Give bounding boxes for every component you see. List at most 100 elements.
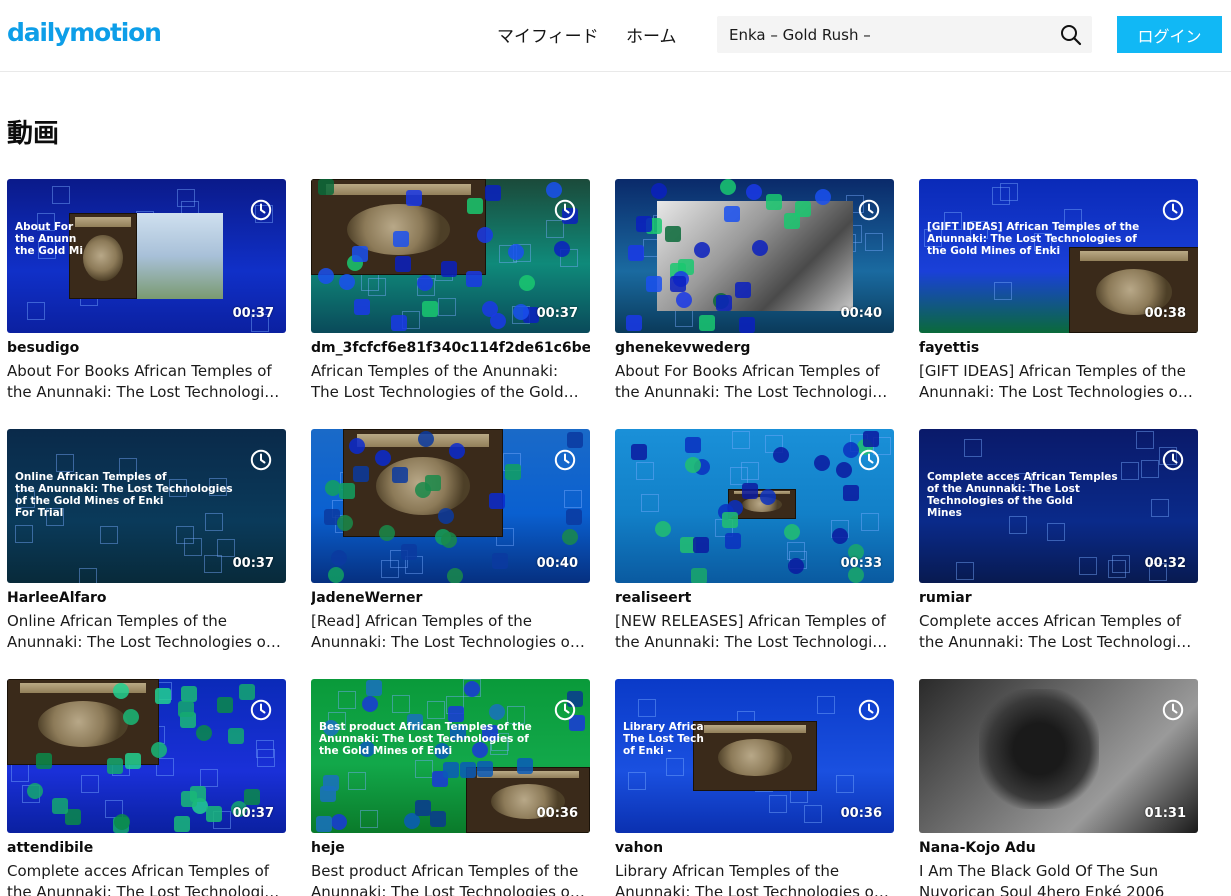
decorative-dot	[788, 558, 804, 574]
decorative-dot	[107, 758, 123, 774]
video-title[interactable]: Online African Temples of the Anunnaki: …	[7, 611, 286, 653]
video-channel-name[interactable]: vahon	[615, 840, 894, 856]
decorative-dot	[391, 315, 407, 331]
video-thumbnail[interactable]: Library Africa The Lost Tech of Enki - 00…	[615, 679, 894, 833]
video-thumbnail[interactable]: [GIFT IDEAS] African Temples of the Anun…	[919, 179, 1198, 333]
login-button[interactable]: ログイン	[1117, 16, 1222, 53]
dailymotion-logo[interactable]: dailymotion	[7, 18, 162, 47]
decorative-dot	[815, 189, 831, 205]
video-card[interactable]: Online African Temples of the Anunnaki: …	[7, 429, 286, 653]
video-card[interactable]: About For the Anunn the Gold Mi 00:37 besu…	[7, 179, 286, 403]
decorative-dot	[566, 509, 582, 525]
decorative-dot	[725, 533, 741, 549]
video-thumbnail[interactable]: 00:37	[7, 679, 286, 833]
clock-icon[interactable]	[1162, 199, 1184, 221]
decorative-square	[100, 526, 118, 544]
decorative-square	[769, 795, 787, 813]
decorative-dot	[447, 568, 463, 583]
video-channel-name[interactable]: rumiar	[919, 590, 1198, 606]
video-thumbnail[interactable]: 00:40	[311, 429, 590, 583]
nav-home[interactable]: ホーム	[626, 22, 677, 47]
video-title[interactable]: I Am The Black Gold Of The Sun Nuyorican…	[919, 861, 1198, 896]
clock-icon[interactable]	[1162, 699, 1184, 721]
decorative-dot	[760, 489, 776, 505]
video-channel-name[interactable]: heje	[311, 840, 590, 856]
video-thumbnail[interactable]: Complete acces African Temples of the An…	[919, 429, 1198, 583]
video-title[interactable]: Best product African Temples of the Anun…	[311, 861, 590, 896]
clock-icon[interactable]	[554, 449, 576, 471]
video-card[interactable]: 00:37 attendibile Complete acces African T…	[7, 679, 286, 896]
video-channel-name[interactable]: besudigo	[7, 340, 286, 356]
video-title[interactable]: [Read] African Temples of the Anunnaki: …	[311, 611, 590, 653]
video-title[interactable]: About For Books African Temples of the A…	[615, 361, 894, 403]
decorative-dot	[464, 681, 480, 697]
video-thumbnail[interactable]: Online African Temples of the Anunnaki: …	[7, 429, 286, 583]
video-channel-name[interactable]: JadeneWerner	[311, 590, 590, 606]
decorative-dot	[720, 179, 736, 195]
video-title[interactable]: Complete acces African Temples of the An…	[919, 611, 1198, 653]
decorative-square	[1151, 499, 1169, 517]
clock-icon[interactable]	[554, 699, 576, 721]
decorative-dot	[722, 512, 738, 528]
video-duration: 00:37	[536, 306, 578, 321]
video-thumbnail[interactable]: About For the Anunn the Gold Mi 00:37	[7, 179, 286, 333]
video-duration: 00:36	[536, 806, 578, 821]
decorative-dot	[349, 438, 365, 454]
video-title[interactable]: Complete acces African Temples of the An…	[7, 861, 286, 896]
video-title[interactable]: Library African Temples of the Anunnaki:…	[615, 861, 894, 896]
video-card[interactable]: 00:33 realiseert [NEW RELEASES] African Te…	[615, 429, 894, 653]
video-card[interactable]: 01:31 Nana-Kojo Adu I Am The Black Gold Of…	[919, 679, 1198, 896]
video-channel-name[interactable]: HarleeAlfaro	[7, 590, 286, 606]
video-thumbnail[interactable]: 00:40	[615, 179, 894, 333]
video-title[interactable]: African Temples of the Anunnaki: The Los…	[311, 361, 590, 403]
video-card[interactable]: Library Africa The Lost Tech of Enki - 00…	[615, 679, 894, 896]
clock-icon[interactable]	[858, 199, 880, 221]
video-channel-name[interactable]: realiseert	[615, 590, 894, 606]
clock-icon[interactable]	[250, 199, 272, 221]
clock-icon[interactable]	[858, 699, 880, 721]
decorative-dot	[477, 227, 493, 243]
clock-icon[interactable]	[250, 699, 272, 721]
video-channel-name[interactable]: Nana-Kojo Adu	[919, 840, 1198, 856]
video-channel-name[interactable]: ghenekevwederg	[615, 340, 894, 356]
clock-icon[interactable]	[1162, 449, 1184, 471]
decorative-dot	[636, 216, 652, 232]
video-channel-name[interactable]: fayettis	[919, 340, 1198, 356]
clock-icon[interactable]	[554, 199, 576, 221]
video-title[interactable]: [GIFT IDEAS] African Temples of the Anun…	[919, 361, 1198, 403]
video-card[interactable]: 00:40 ghenekevwederg About For Books Afric…	[615, 179, 894, 403]
video-card[interactable]: [GIFT IDEAS] African Temples of the Anun…	[919, 179, 1198, 403]
video-title[interactable]: About For Books African Temples of the A…	[7, 361, 286, 403]
decorative-dot	[425, 475, 441, 491]
clock-icon[interactable]	[858, 449, 880, 471]
search-icon[interactable]	[1060, 24, 1082, 46]
decorative-dot	[505, 464, 521, 480]
decorative-dot	[691, 568, 707, 583]
decorative-dot	[52, 798, 68, 814]
decorative-square	[817, 696, 835, 714]
decorative-square	[964, 439, 982, 457]
video-thumbnail[interactable]: 01:31	[919, 679, 1198, 833]
decorative-dot	[517, 758, 533, 774]
clock-icon[interactable]	[250, 449, 272, 471]
decorative-dot	[670, 276, 686, 292]
video-channel-name[interactable]: dm_3fcfcf6e81f340c114f2de61c6be3fae	[311, 340, 590, 356]
video-thumbnail[interactable]: 00:37	[311, 179, 590, 333]
decorative-square	[27, 302, 45, 320]
video-duration: 00:37	[232, 306, 274, 321]
decorative-dot	[430, 811, 446, 827]
video-card[interactable]: 00:40 JadeneWerner [Read] African Temples …	[311, 429, 590, 653]
video-channel-name[interactable]: attendibile	[7, 840, 286, 856]
video-title[interactable]: [NEW RELEASES] African Temples of the An…	[615, 611, 894, 653]
video-card[interactable]: Best product African Temples of the Anun…	[311, 679, 590, 896]
decorative-dot	[863, 431, 879, 447]
decorative-dot	[181, 686, 197, 702]
decorative-dot	[546, 182, 562, 198]
decorative-dot	[325, 480, 341, 496]
video-thumbnail[interactable]: Best product African Temples of the Anun…	[311, 679, 590, 833]
video-card[interactable]: 00:37 dm_3fcfcf6e81f340c114f2de61c6be3fae…	[311, 179, 590, 403]
search-input[interactable]	[717, 16, 1047, 53]
nav-my-feed[interactable]: マイフィード	[497, 22, 599, 47]
video-thumbnail[interactable]: 00:33	[615, 429, 894, 583]
video-card[interactable]: Complete acces African Temples of the An…	[919, 429, 1198, 653]
